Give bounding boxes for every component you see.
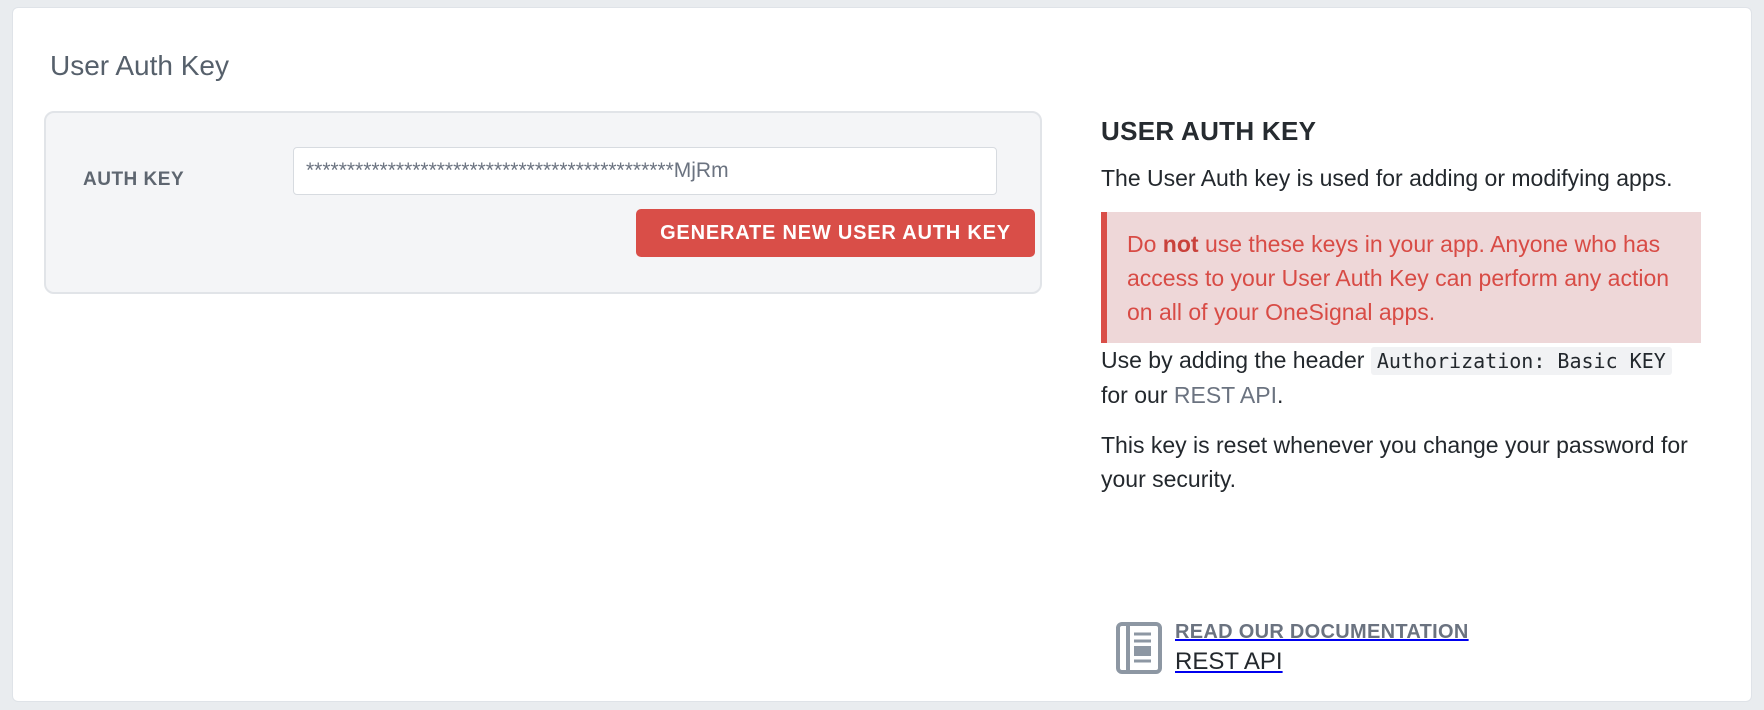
warning-prefix: Do bbox=[1127, 231, 1163, 257]
documentation-book-icon bbox=[1116, 622, 1162, 674]
auth-key-field[interactable] bbox=[293, 147, 997, 195]
rest-api-link[interactable]: REST API bbox=[1174, 382, 1277, 408]
documentation-title: REST API bbox=[1175, 648, 1283, 675]
usage-suffix: . bbox=[1277, 382, 1284, 408]
help-heading: USER AUTH KEY bbox=[1101, 116, 1317, 146]
documentation-eyebrow: READ OUR DOCUMENTATION bbox=[1175, 621, 1469, 643]
auth-header-code: Authorization: Basic KEY bbox=[1370, 347, 1672, 375]
warning-suffix: use these keys in your app. Anyone who h… bbox=[1127, 231, 1670, 325]
auth-key-label: AUTH KEY bbox=[83, 169, 185, 190]
reset-note: This key is reset whenever you change yo… bbox=[1101, 432, 1688, 492]
usage-note: Use by adding the header Authorization: … bbox=[1101, 343, 1701, 412]
warning-emphasis: not bbox=[1162, 231, 1199, 257]
usage-middle: for our bbox=[1101, 382, 1174, 408]
auth-key-panel: AUTH KEY GENERATE NEW USER AUTH KEY bbox=[44, 111, 1042, 294]
settings-card: User Auth Key AUTH KEY GENERATE NEW USER… bbox=[12, 7, 1752, 702]
generate-user-auth-key-button[interactable]: GENERATE NEW USER AUTH KEY bbox=[636, 209, 1035, 257]
section-title: User Auth Key bbox=[50, 50, 229, 81]
help-sidebar: USER AUTH KEY The User Auth key is used … bbox=[1101, 116, 1701, 496]
security-warning: Do not use these keys in your app. Anyon… bbox=[1101, 212, 1701, 343]
documentation-link[interactable]: READ OUR DOCUMENTATION REST API bbox=[1115, 621, 1469, 676]
help-intro: The User Auth key is used for adding or … bbox=[1101, 165, 1673, 191]
usage-prefix: Use by adding the header bbox=[1101, 347, 1371, 373]
